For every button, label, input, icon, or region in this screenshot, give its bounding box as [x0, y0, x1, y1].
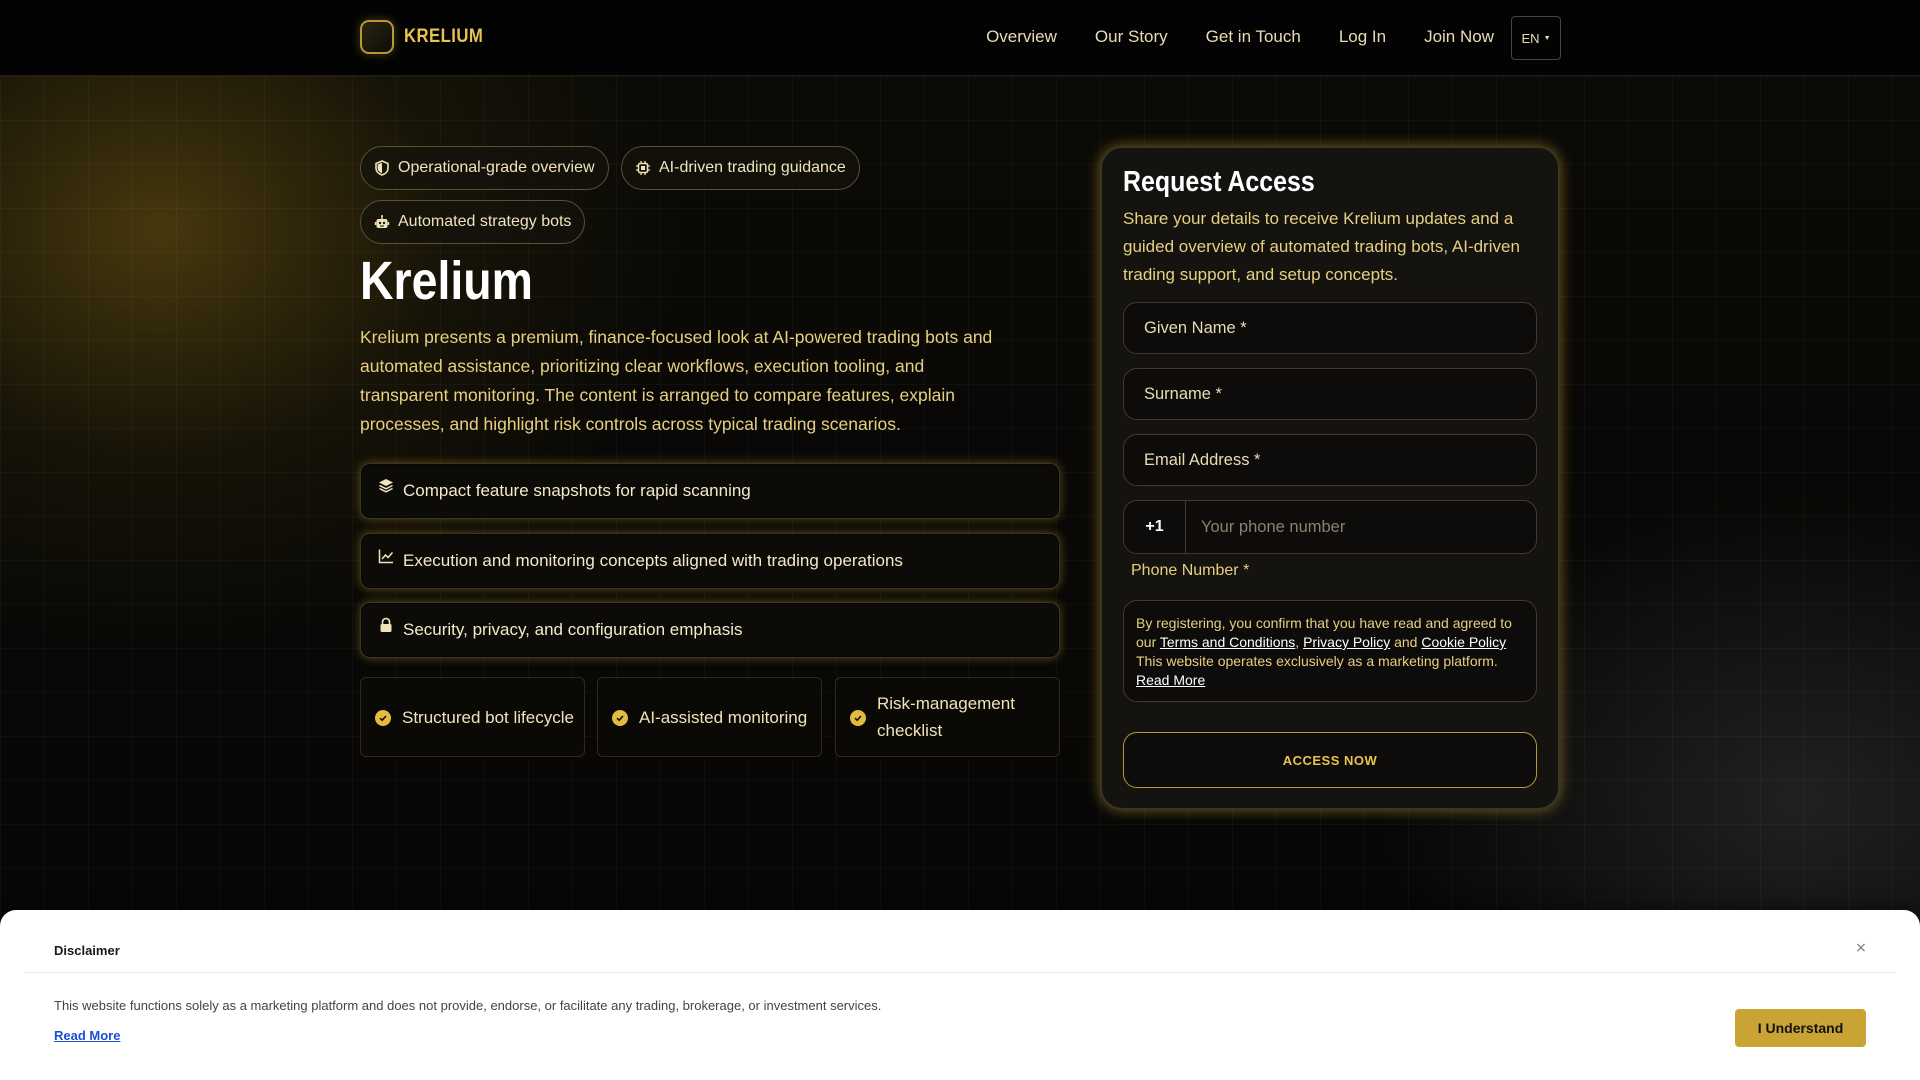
pill-ai-guidance: AI-driven trading guidance [621, 146, 860, 190]
feature-row-security: Security, privacy, and configuration emp… [360, 602, 1060, 658]
terms-link[interactable]: Terms and Conditions [1160, 634, 1295, 650]
logo-mark-icon [360, 20, 394, 54]
main-nav: Overview Our Story Get in Touch Log In J… [948, 16, 1494, 58]
highlight-label: Structured bot lifecycle [402, 707, 574, 727]
cookie-link[interactable]: Cookie Policy [1421, 634, 1506, 650]
chip-icon [636, 161, 650, 175]
disclaimer-title: Disclaimer [54, 943, 120, 958]
nav-item-join-now[interactable]: Join Now [1424, 16, 1494, 58]
pill-operational-overview: Operational-grade overview [360, 146, 609, 190]
chart-line-icon [378, 549, 394, 564]
check-circle-icon [612, 710, 628, 726]
access-now-button[interactable]: ACCESS NOW [1123, 732, 1537, 788]
phone-label: Phone Number * [1131, 562, 1250, 579]
hero-description: Krelium presents a premium, finance-focu… [360, 327, 993, 434]
phone-input[interactable] [1187, 501, 1535, 553]
consent-suffix: This website operates exclusively as a m… [1136, 653, 1498, 669]
pill-label: Automated strategy bots [398, 213, 572, 230]
lock-icon [380, 617, 392, 632]
country-code-selector[interactable]: +1 [1124, 501, 1186, 553]
feature-label: Execution and monitoring concepts aligne… [403, 551, 903, 570]
highlight-bot-lifecycle: Structured bot lifecycle [360, 677, 585, 757]
site-header: KRELIUM Overview Our Story Get in Touch … [0, 0, 1920, 76]
nav-item-get-in-touch[interactable]: Get in Touch [1206, 16, 1301, 58]
surname-field[interactable] [1123, 368, 1537, 420]
highlight-label: Risk-management checklist [877, 694, 1015, 740]
nav-item-log-in[interactable]: Log In [1339, 16, 1386, 58]
check-circle-icon [375, 710, 391, 726]
disclaimer-text: This website functions solely as a marke… [54, 998, 882, 1013]
consent-read-more-link[interactable]: Read More [1136, 672, 1205, 688]
consent-notice: By registering, you confirm that you hav… [1123, 600, 1537, 702]
consent-and: and [1390, 634, 1422, 650]
highlight-label: AI-assisted monitoring [639, 707, 808, 727]
highlight-ai-monitoring: AI-assisted monitoring [597, 677, 822, 757]
form-title: Request Access [1123, 166, 1315, 198]
given-name-field[interactable] [1123, 302, 1537, 354]
shield-icon [375, 160, 389, 176]
brand-name: KRELIUM [404, 26, 484, 47]
consent-separator: , [1295, 634, 1304, 650]
language-selector[interactable]: EN ▼ [1511, 16, 1561, 60]
language-value: EN [1521, 30, 1540, 46]
form-subtitle: Share your details to receive Krelium up… [1123, 209, 1520, 284]
nav-item-overview[interactable]: Overview [986, 16, 1057, 58]
i-understand-button[interactable]: I Understand [1735, 1009, 1866, 1047]
layers-icon [379, 479, 393, 493]
disclaimer-banner: Disclaimer × This website functions sole… [0, 910, 1920, 1080]
feature-row-execution: Execution and monitoring concepts aligne… [360, 533, 1060, 589]
brand-logo[interactable]: KRELIUM [360, 20, 494, 54]
highlight-risk-checklist: Risk-management checklist [835, 677, 1060, 757]
feature-label: Security, privacy, and configuration emp… [403, 620, 743, 639]
nav-item-our-story[interactable]: Our Story [1095, 16, 1168, 58]
email-field[interactable] [1123, 434, 1537, 486]
pill-strategy-bots: Automated strategy bots [360, 200, 586, 244]
close-icon[interactable]: × [1853, 940, 1869, 956]
hero-title: Krelium [360, 251, 533, 311]
check-circle-icon [850, 710, 866, 726]
disclaimer-divider [25, 972, 1895, 973]
feature-row-snapshots: Compact feature snapshots for rapid scan… [360, 463, 1060, 519]
robot-icon [374, 215, 390, 228]
phone-field-group: +1 [1123, 500, 1537, 554]
disclaimer-read-more-link[interactable]: Read More [54, 1028, 120, 1043]
pill-label: AI-driven trading guidance [659, 159, 846, 176]
feature-label: Compact feature snapshots for rapid scan… [403, 481, 751, 500]
privacy-link[interactable]: Privacy Policy [1303, 634, 1390, 650]
pill-label: Operational-grade overview [398, 159, 595, 176]
chevron-down-icon: ▼ [1543, 34, 1551, 42]
